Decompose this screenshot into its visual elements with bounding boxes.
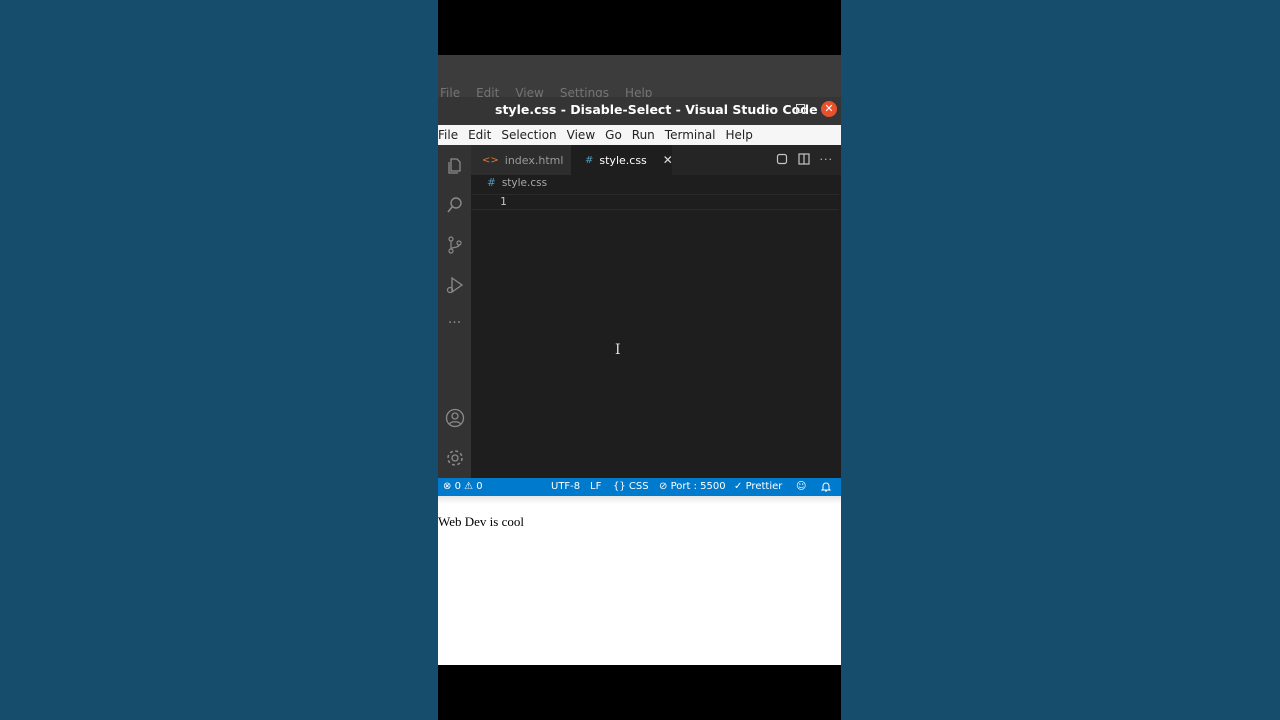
error-icon: ⊗: [443, 481, 452, 492]
more-icon[interactable]: ···: [438, 310, 471, 336]
close-button[interactable]: ✕: [821, 101, 837, 117]
feedback-icon[interactable]: ☺: [796, 481, 806, 492]
tab-close-icon[interactable]: ✕: [663, 153, 673, 167]
status-bar: ⊗ 0 ⚠ 0 UTF-8 LF {} CSS ⊘ Port : 5500 ✓ …: [438, 478, 841, 496]
live-server-indicator[interactable]: ⊘ Port : 5500: [659, 481, 726, 492]
window-titlebar: style.css - Disable-Select - Visual Stud…: [438, 97, 841, 125]
menu-go[interactable]: Go: [605, 128, 622, 142]
prettier-indicator[interactable]: ✓ Prettier: [734, 481, 782, 492]
warning-count: 0: [476, 481, 483, 492]
tab-style-css[interactable]: # style.css ✕: [571, 145, 673, 175]
line-number: 1: [500, 195, 507, 208]
port-label: Port : 5500: [670, 481, 726, 492]
search-icon[interactable]: [438, 192, 471, 218]
port-icon: ⊘: [659, 481, 668, 492]
check-icon: ✓: [734, 481, 743, 492]
more-actions-icon[interactable]: ···: [820, 153, 834, 168]
menu-file[interactable]: File: [438, 128, 458, 142]
text-cursor-icon: I: [615, 342, 621, 358]
browser-preview: Web Dev is cool: [438, 496, 841, 665]
eol-indicator[interactable]: LF: [590, 481, 601, 492]
account-icon[interactable]: [438, 405, 471, 431]
menu-selection[interactable]: Selection: [501, 128, 556, 142]
tab-label: style.css: [599, 153, 647, 167]
editor-actions: ···: [776, 153, 834, 168]
language-indicator[interactable]: {} CSS: [613, 481, 649, 492]
warning-icon: ⚠: [464, 481, 474, 492]
menu-help[interactable]: Help: [726, 128, 753, 142]
explorer-icon[interactable]: [438, 153, 471, 179]
error-count: 0: [454, 481, 461, 492]
notifications-bell-icon[interactable]: [820, 481, 832, 495]
css-file-icon: #: [585, 154, 594, 166]
maximize-button[interactable]: [796, 104, 805, 113]
page-body-text: Web Dev is cool: [438, 514, 524, 529]
prettier-label: Prettier: [745, 481, 783, 492]
breadcrumb-file[interactable]: style.css: [502, 177, 547, 189]
braces-icon: {}: [613, 481, 626, 492]
css-file-icon: #: [487, 177, 496, 189]
tab-index-html[interactable]: <> index.html: [471, 145, 571, 175]
source-control-icon[interactable]: [438, 232, 471, 258]
menu-edit[interactable]: Edit: [468, 128, 491, 142]
encoding-indicator[interactable]: UTF-8: [551, 481, 580, 492]
activity-bar: ···: [438, 145, 471, 478]
open-changes-icon[interactable]: [776, 153, 788, 168]
html-file-icon: <>: [482, 154, 499, 166]
menu-terminal[interactable]: Terminal: [665, 128, 716, 142]
background-window-strip: File Edit View Settings Help: [438, 55, 841, 100]
current-line[interactable]: 1: [471, 194, 839, 210]
menu-run[interactable]: Run: [632, 128, 655, 142]
phone-frame: File Edit View Settings Help style.css -…: [438, 0, 841, 720]
run-debug-icon[interactable]: [438, 272, 471, 298]
tab-label: index.html: [504, 153, 564, 167]
breadcrumb[interactable]: # style.css: [487, 177, 547, 189]
problems-indicator[interactable]: ⊗ 0 ⚠ 0: [443, 481, 483, 492]
language-label: CSS: [628, 481, 649, 492]
menu-view[interactable]: View: [567, 128, 595, 142]
workbench: ··· <> index.html # style.css ✕ ··· # st…: [438, 145, 841, 478]
settings-gear-icon[interactable]: [438, 445, 471, 471]
minimize-button[interactable]: –: [768, 101, 775, 117]
menubar: File Edit Selection View Go Run Terminal…: [438, 125, 841, 145]
editor-tabs: <> index.html # style.css ✕ ···: [471, 145, 841, 175]
split-editor-icon[interactable]: [797, 153, 810, 168]
browser-divider: [438, 496, 841, 504]
